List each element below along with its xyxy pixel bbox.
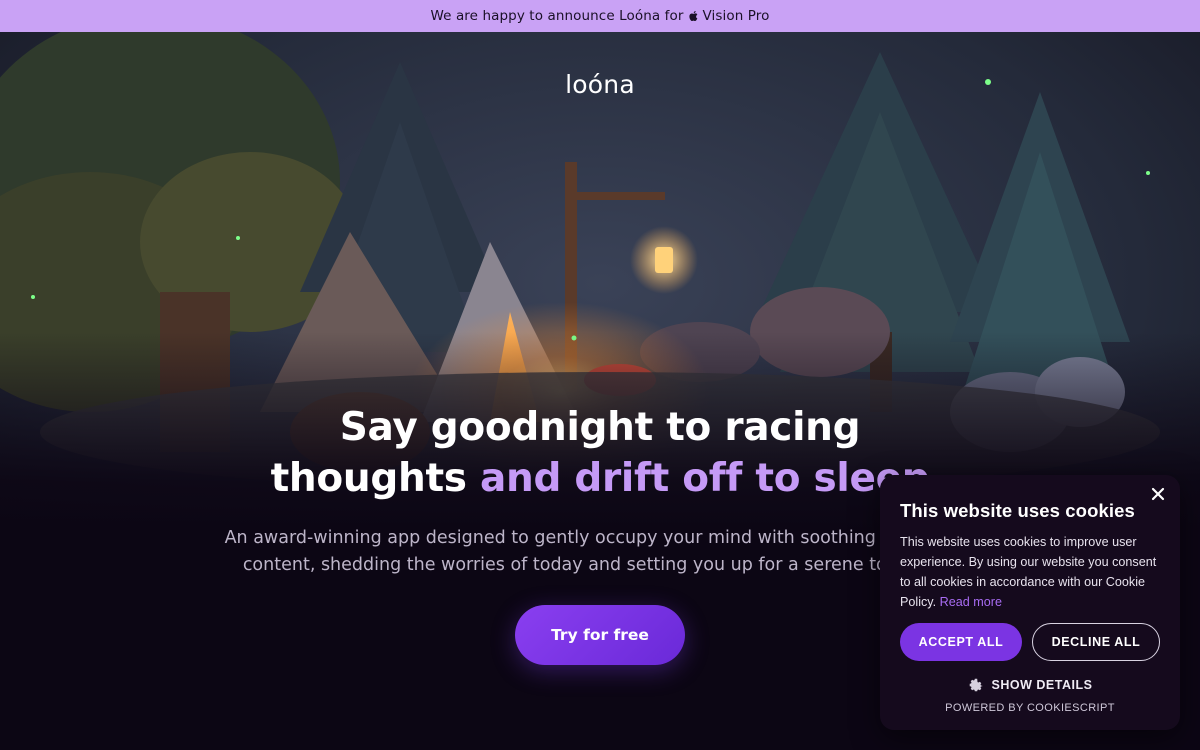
decline-all-button[interactable]: DECLINE ALL	[1032, 623, 1160, 661]
brand-logo[interactable]: loóna	[0, 70, 1200, 99]
try-for-free-button[interactable]: Try for free	[515, 605, 685, 665]
headline-line1: Say goodnight to racing	[339, 405, 861, 450]
headline-line2-accent: and drift off to sleep	[479, 456, 930, 501]
cookie-body: This website uses cookies to improve use…	[900, 532, 1165, 612]
show-details-toggle[interactable]: SHOW DETAILS	[880, 675, 1180, 695]
show-details-label: SHOW DETAILS	[991, 678, 1093, 692]
read-more-link[interactable]: Read more	[940, 595, 1002, 609]
accept-all-button[interactable]: ACCEPT ALL	[900, 623, 1022, 661]
gear-icon	[969, 678, 982, 692]
announcement-text: We are happy to announce Loóna for	[430, 8, 684, 24]
powered-by-link[interactable]: POWERED BY COOKIESCRIPT	[880, 702, 1180, 714]
announcement-bar[interactable]: We are happy to announce Loóna for Visio…	[0, 0, 1200, 32]
cookie-title: This website uses cookies	[900, 500, 1135, 521]
cookie-consent-banner: This website uses cookies This website u…	[880, 475, 1180, 730]
headline-line2-plain: thoughts	[270, 456, 467, 501]
apple-icon	[688, 11, 697, 22]
announcement-product: Vision Pro	[702, 8, 770, 24]
cookie-body-text: This website uses cookies to improve use…	[900, 535, 1157, 609]
close-icon[interactable]	[1148, 484, 1168, 504]
